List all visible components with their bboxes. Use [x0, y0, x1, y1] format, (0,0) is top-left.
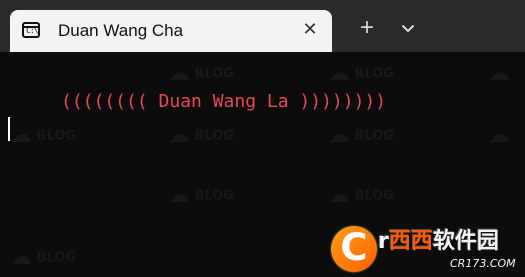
- cloud-icon: ☁: [10, 123, 32, 148]
- watermark-lower-center: ☁ BLOG: [168, 183, 234, 208]
- terminal-icon: C:\: [22, 22, 40, 38]
- watermark-top-edge: ☁: [488, 61, 510, 86]
- terminal-icon-text: C:\: [26, 26, 38, 35]
- cloud-icon: ☁: [328, 61, 350, 86]
- watermark-lower-right: ☁ BLOG: [328, 183, 394, 208]
- watermark-bottom-left: ☁ BLOG: [10, 245, 76, 270]
- cloud-icon: ☁: [10, 245, 32, 270]
- watermark-right-middle: ☁ BLOG: [328, 123, 394, 148]
- watermark-text: BLOG: [36, 250, 76, 266]
- title-bar: C:\ Duan Wang Cha ✕ +: [0, 0, 525, 52]
- terminal-output-line: (((((((( Duan Wang La )))))))): [61, 91, 387, 112]
- cloud-icon: ☁: [328, 183, 350, 208]
- terminal-tab[interactable]: C:\ Duan Wang Cha ✕: [10, 10, 332, 52]
- watermark-text: BLOG: [354, 66, 394, 82]
- cloud-icon: ☁: [488, 123, 510, 148]
- watermark-top-center: ☁ BLOG: [168, 61, 234, 86]
- watermark-text: BLOG: [194, 66, 234, 82]
- tab-title: Duan Wang Cha: [58, 21, 184, 40]
- watermark-left-middle: ☁ BLOG: [10, 123, 76, 148]
- cloud-icon: ☁: [488, 61, 510, 86]
- new-tab-button[interactable]: +: [355, 16, 379, 40]
- terminal-pane[interactable]: ☁ BLOG ☁ BLOG ☁ ☁ BLOG ☁ BLOG ☁ BLOG ☁ ☁…: [0, 52, 525, 277]
- watermark-text: BLOG: [194, 128, 234, 144]
- watermark-top-right: ☁ BLOG: [328, 61, 394, 86]
- cloud-icon: ☁: [168, 123, 190, 148]
- watermark-right-edge: ☁: [488, 123, 510, 148]
- watermark-text: BLOG: [354, 128, 394, 144]
- chevron-down-icon[interactable]: [397, 21, 419, 37]
- watermark-text: BLOG: [36, 128, 76, 144]
- watermark-text: BLOG: [354, 188, 394, 204]
- watermark-center-middle: ☁ BLOG: [168, 123, 234, 148]
- cloud-icon: ☁: [328, 123, 350, 148]
- cloud-icon: ☁: [168, 183, 190, 208]
- text-cursor: [8, 117, 10, 141]
- close-icon[interactable]: ✕: [300, 19, 320, 39]
- cloud-icon: ☁: [168, 61, 190, 86]
- watermark-text: BLOG: [194, 188, 234, 204]
